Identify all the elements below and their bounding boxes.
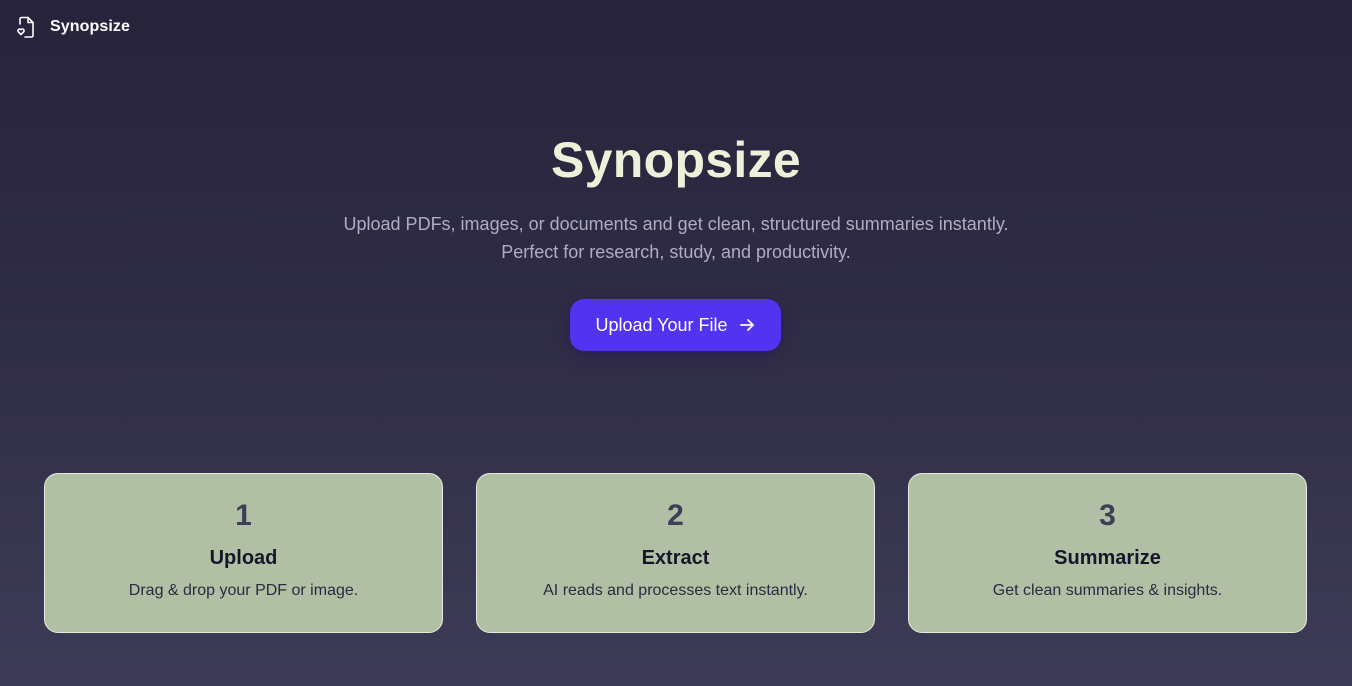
hero-subtitle-line-1: Upload PDFs, images, or documents and ge…	[343, 214, 1009, 234]
step-number: 3	[1099, 499, 1116, 532]
step-description: Get clean summaries & insights.	[992, 582, 1223, 599]
brand-name[interactable]: Synopsize	[50, 18, 130, 36]
file-heart-icon[interactable]	[16, 16, 36, 38]
upload-file-button[interactable]: Upload Your File	[570, 299, 781, 351]
step-title: Summarize	[1054, 547, 1161, 569]
steps-row: 1 Upload Drag & drop your PDF or image. …	[44, 473, 1307, 633]
hero-section: Synopsize Upload PDFs, images, or docume…	[0, 128, 1352, 266]
step-number: 1	[235, 499, 252, 532]
step-description: Drag & drop your PDF or image.	[128, 582, 359, 599]
step-title: Upload	[209, 547, 278, 569]
step-card-summarize: 3 Summarize Get clean summaries & insigh…	[908, 473, 1307, 633]
step-description: AI reads and processes text instantly.	[543, 582, 808, 599]
step-card-upload: 1 Upload Drag & drop your PDF or image.	[44, 473, 443, 633]
hero-subtitle: Upload PDFs, images, or documents and ge…	[0, 210, 1352, 266]
arrow-right-icon	[738, 316, 756, 334]
step-card-extract: 2 Extract AI reads and processes text in…	[476, 473, 875, 633]
hero-subtitle-line-2: Perfect for research, study, and product…	[501, 242, 851, 262]
hero-title: Synopsize	[551, 132, 801, 188]
top-navbar: Synopsize	[16, 14, 130, 40]
step-number: 2	[667, 499, 684, 532]
step-title: Extract	[641, 547, 710, 569]
upload-file-button-label: Upload Your File	[595, 314, 728, 335]
